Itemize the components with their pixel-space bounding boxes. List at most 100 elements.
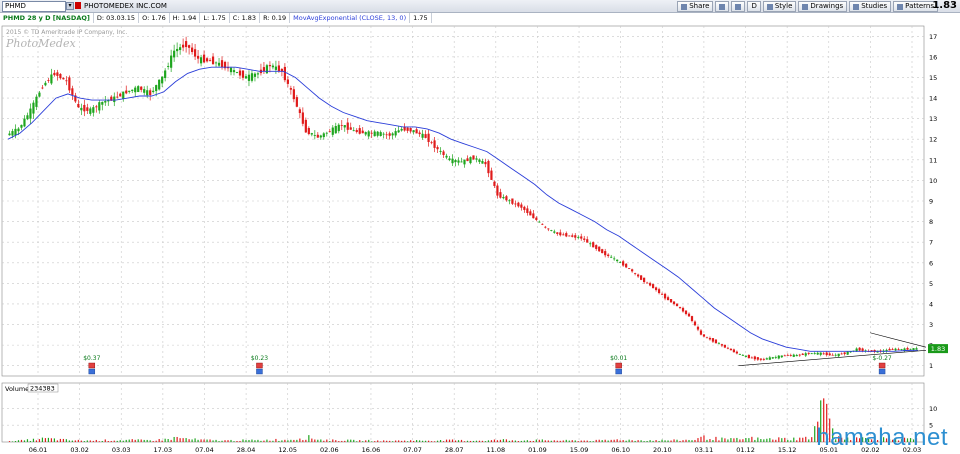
candle-body bbox=[415, 129, 418, 134]
candle-body bbox=[759, 358, 762, 360]
candle-body bbox=[220, 60, 224, 68]
candle-body bbox=[283, 66, 286, 81]
candle-body bbox=[702, 334, 706, 337]
candle-body bbox=[604, 251, 607, 256]
volume-bar bbox=[35, 440, 38, 442]
volume-bar bbox=[481, 440, 484, 442]
price-badge-label: 1.83 bbox=[931, 345, 945, 353]
candle-body bbox=[819, 352, 822, 355]
volume-bar bbox=[691, 440, 693, 442]
candle-body bbox=[637, 274, 640, 277]
candle-body bbox=[675, 303, 679, 307]
candle-body bbox=[798, 354, 801, 356]
candle-body bbox=[286, 79, 289, 84]
candle-body bbox=[726, 347, 730, 349]
volume-bar bbox=[275, 438, 277, 442]
candle-body bbox=[355, 130, 358, 133]
volume-bar bbox=[460, 439, 463, 442]
candle-body bbox=[861, 348, 864, 351]
volume-bar bbox=[83, 441, 85, 442]
volume-bar bbox=[472, 440, 475, 442]
candle-body bbox=[822, 353, 825, 355]
x-tick-label: 07.07 bbox=[403, 446, 422, 454]
candle-body bbox=[643, 277, 646, 283]
candle-body bbox=[190, 47, 194, 53]
candle-body bbox=[508, 200, 511, 202]
y-tick-label: 3 bbox=[929, 321, 933, 329]
volume-bar bbox=[799, 437, 801, 442]
candle-body bbox=[487, 160, 490, 174]
volume-bar bbox=[754, 439, 756, 442]
candle-body bbox=[672, 301, 676, 305]
candle-body bbox=[744, 355, 747, 357]
volume-bar bbox=[86, 440, 88, 442]
dividend-label: $0.37 bbox=[83, 355, 100, 362]
volume-bar bbox=[284, 439, 286, 442]
candle-body bbox=[466, 158, 469, 162]
x-tick-label: 03.02 bbox=[70, 446, 89, 454]
candle-body bbox=[472, 155, 475, 160]
candle-body bbox=[496, 185, 499, 196]
volume-bar bbox=[733, 438, 735, 442]
candle-body bbox=[167, 66, 170, 67]
volume-bar bbox=[679, 440, 681, 442]
volume-pane bbox=[1, 382, 925, 443]
volume-bar bbox=[47, 437, 50, 442]
candle-body bbox=[520, 204, 523, 208]
candle-body bbox=[352, 130, 355, 132]
volume-bar bbox=[643, 441, 645, 442]
candle-body bbox=[738, 353, 741, 355]
volume-bar bbox=[658, 440, 660, 442]
volume-bar bbox=[308, 435, 310, 442]
candle-body bbox=[535, 217, 538, 220]
volume-bar bbox=[242, 439, 244, 442]
volume-bar bbox=[371, 441, 373, 442]
candle-body bbox=[765, 358, 768, 360]
volume-bar bbox=[805, 436, 807, 442]
volume-bar bbox=[697, 438, 699, 442]
candle-body bbox=[424, 134, 427, 138]
volume-bar bbox=[511, 440, 513, 442]
candle-body bbox=[196, 55, 200, 59]
volume-bar bbox=[236, 440, 238, 442]
candle-body bbox=[660, 293, 664, 295]
volume-bar bbox=[454, 440, 457, 442]
volume-bar bbox=[424, 440, 427, 442]
volume-bar bbox=[62, 438, 64, 442]
candle bbox=[592, 241, 595, 248]
volume-bar bbox=[496, 440, 499, 442]
candle-body bbox=[98, 102, 101, 111]
volume-bar bbox=[562, 440, 564, 442]
dividend-icon bbox=[256, 362, 263, 369]
volume-bar bbox=[631, 440, 633, 442]
volume-bar bbox=[724, 438, 726, 442]
volume-bar bbox=[709, 439, 711, 442]
volume-bar bbox=[778, 437, 780, 442]
candle-body bbox=[723, 344, 727, 348]
candle-body bbox=[340, 125, 343, 126]
volume-bar bbox=[218, 441, 220, 442]
volume-bar bbox=[430, 441, 433, 442]
candle-body bbox=[95, 106, 98, 108]
y-tick-label: 1 bbox=[929, 362, 933, 370]
volume-bar bbox=[721, 437, 723, 442]
candle-body bbox=[143, 89, 146, 93]
candle-body bbox=[214, 62, 218, 64]
volume-bar bbox=[356, 441, 358, 442]
price-chart[interactable]: 123456789101112131415161706.0103.0203.03… bbox=[0, 0, 960, 454]
candle-body bbox=[541, 223, 544, 225]
candle-body bbox=[250, 73, 254, 81]
volume-bar bbox=[335, 440, 337, 442]
candle-body bbox=[176, 48, 179, 52]
candle-body bbox=[391, 133, 394, 136]
candle-body bbox=[50, 74, 53, 84]
x-tick-label: 12.05 bbox=[278, 446, 297, 454]
volume-bar bbox=[125, 439, 127, 442]
volume-bar bbox=[302, 440, 304, 442]
volume-bar bbox=[583, 440, 585, 442]
volume-bar bbox=[410, 440, 412, 442]
volume-bar bbox=[541, 439, 543, 442]
volume-bar bbox=[664, 440, 666, 442]
volume-bar bbox=[311, 438, 313, 442]
x-tick-label: 15.12 bbox=[778, 446, 797, 454]
